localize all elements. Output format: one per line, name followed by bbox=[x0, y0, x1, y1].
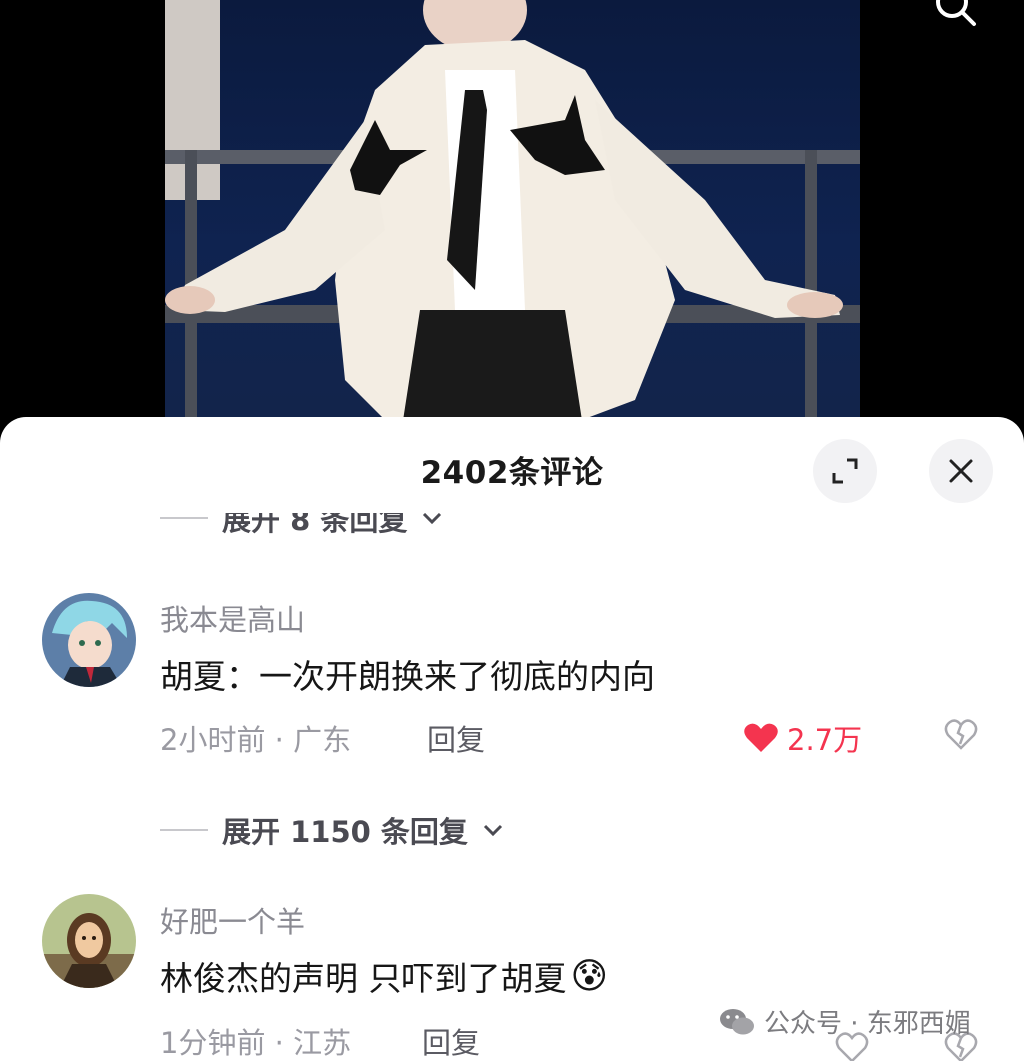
divider-dash bbox=[160, 829, 208, 831]
chevron-down-icon bbox=[423, 513, 442, 525]
reply-button[interactable]: 回复 bbox=[427, 717, 485, 759]
comment-text: 胡夏：一次开朗换来了彻底的内向 bbox=[160, 657, 655, 696]
comment-meta: 1分钟前 · 江苏 bbox=[160, 1026, 352, 1060]
expand-button[interactable] bbox=[813, 439, 877, 503]
expand-icon bbox=[832, 458, 858, 484]
comment-meta: 2小时前 · 广东 bbox=[160, 723, 352, 757]
wechat-icon bbox=[720, 1008, 754, 1034]
expand-replies-toggle[interactable]: 展开 8 条回复 bbox=[160, 513, 443, 539]
emoji-anxious-face: 😰 bbox=[570, 955, 609, 997]
avatar[interactable] bbox=[42, 894, 136, 988]
heart-filled-icon bbox=[744, 723, 778, 752]
expand-replies-toggle[interactable]: 展开 1150 条回复 bbox=[160, 809, 504, 851]
reply-button[interactable]: 回复 bbox=[422, 1020, 480, 1061]
divider-dash bbox=[160, 517, 208, 519]
close-button[interactable] bbox=[929, 439, 993, 503]
like-count: 2.7万 bbox=[787, 723, 863, 757]
video-player[interactable] bbox=[0, 0, 1024, 440]
person-figure bbox=[165, 0, 843, 440]
video-frame bbox=[165, 0, 860, 440]
search-icon[interactable] bbox=[934, 0, 984, 30]
painting-avatar-image bbox=[42, 894, 136, 988]
watermark: 公众号 · 东邪西媚 bbox=[718, 1003, 971, 1040]
comment-username[interactable]: 我本是高山 bbox=[160, 597, 305, 639]
chevron-down-icon bbox=[483, 824, 502, 837]
scrolled-reply-toggle-clip: 展开 8 条回复 bbox=[0, 513, 1024, 541]
broken-heart-icon[interactable] bbox=[944, 717, 978, 751]
like-button[interactable]: 2.7万 bbox=[743, 717, 862, 759]
avatar[interactable] bbox=[42, 593, 136, 687]
expand-replies-label: 展开 1150 条回复 bbox=[222, 815, 468, 849]
comment-text: 林俊杰的声明 只吓到了胡夏 bbox=[160, 959, 567, 998]
anime-avatar-image bbox=[42, 593, 136, 687]
expand-replies-label: 展开 8 条回复 bbox=[222, 513, 408, 537]
comment-text-row: 林俊杰的声明 只吓到了胡夏 😰 bbox=[160, 952, 608, 1000]
watermark-text: 公众号 · 东邪西媚 bbox=[764, 1009, 971, 1039]
close-icon bbox=[949, 459, 973, 483]
comment-sheet: 2402条评论 展开 8 条回复 我本是高山 胡夏：一次开朗换来了彻底的内向 2… bbox=[0, 417, 1024, 1061]
comment-username[interactable]: 好肥一个羊 bbox=[160, 899, 305, 941]
